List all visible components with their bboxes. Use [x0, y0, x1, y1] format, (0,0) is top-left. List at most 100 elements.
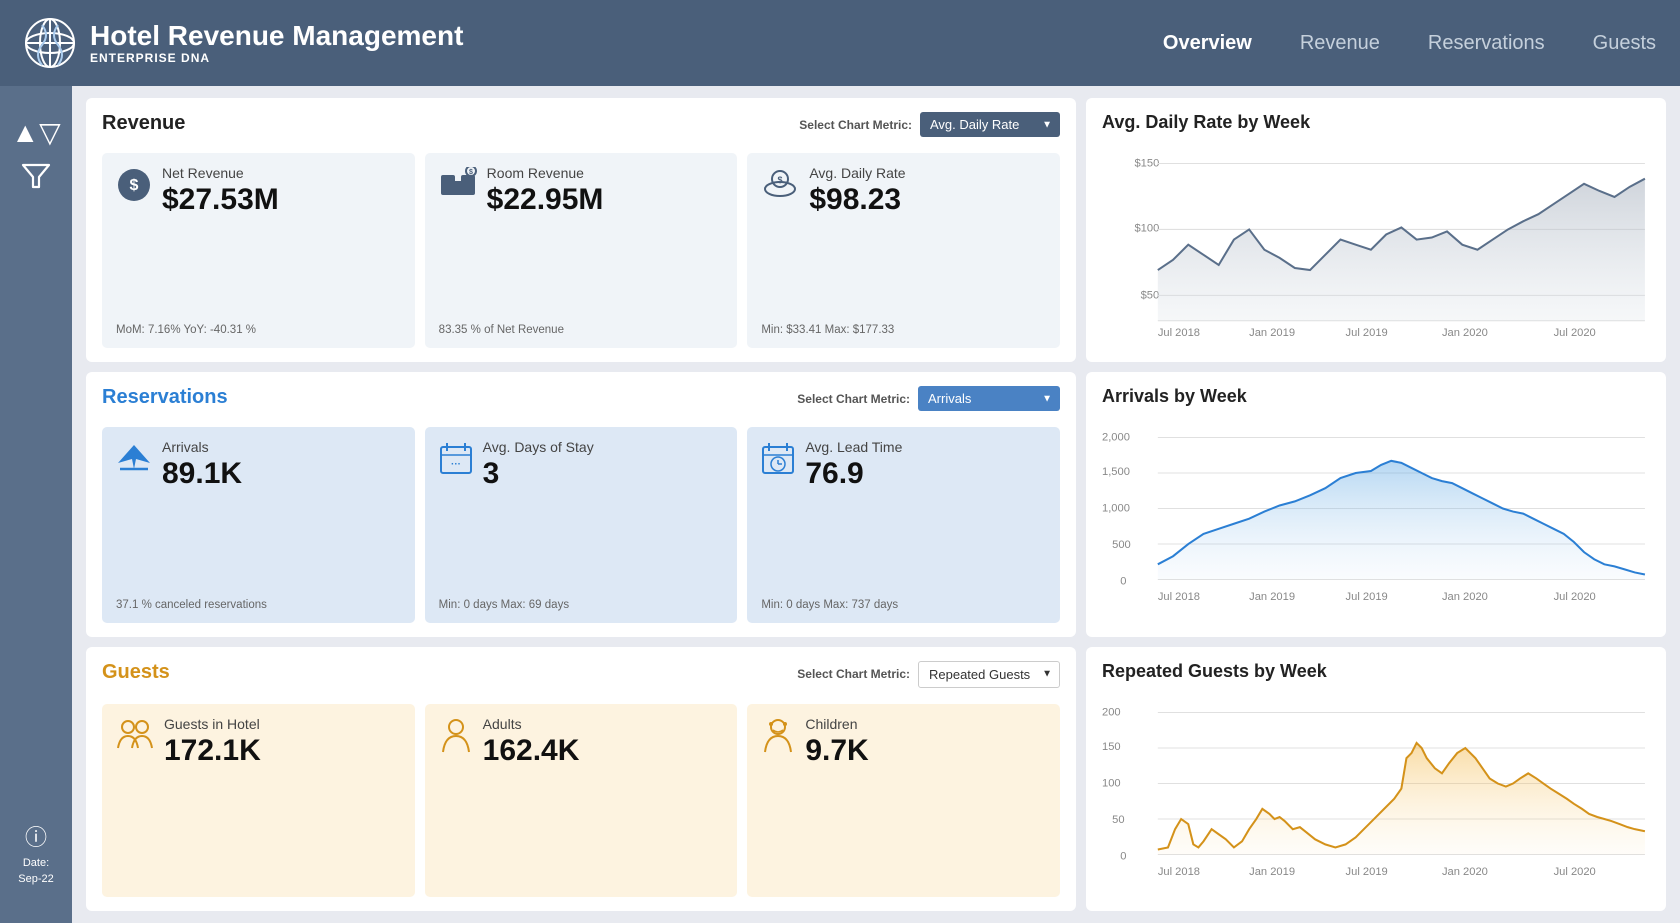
guests-metric-dropdown-wrap[interactable]: Repeated Guests Guests in Hotel Adults C…: [918, 661, 1060, 688]
people-icon: [116, 718, 154, 757]
svg-text:Jul 2018: Jul 2018: [1158, 591, 1200, 603]
svg-text:Jul 2019: Jul 2019: [1346, 866, 1388, 878]
svg-text:$: $: [469, 169, 473, 176]
funnel-icon[interactable]: [19, 159, 53, 193]
reservations-metric-label: Select Chart Metric:: [797, 392, 910, 406]
plane-icon: [116, 441, 152, 480]
room-revenue-card: $ Room Revenue $22.95M 83.35 % of Net Re…: [425, 153, 738, 348]
revenue-metric-dropdown[interactable]: Avg. Daily Rate Net Revenue Room Revenue: [920, 112, 1060, 137]
nav-item-guests[interactable]: Guests: [1593, 28, 1656, 59]
avg-lead-value: 76.9: [805, 457, 902, 490]
sidebar-date: Date: Sep-22: [18, 856, 53, 887]
guests-chart-svg: 200 150 100 50 0 Jul 2018 Jan 2019: [1102, 690, 1650, 897]
child-icon: [761, 718, 795, 761]
svg-text:200: 200: [1102, 706, 1121, 718]
svg-text:Jul 2018: Jul 2018: [1158, 327, 1200, 339]
guests-metric-dropdown[interactable]: Repeated Guests Guests in Hotel Adults C…: [918, 661, 1060, 688]
guests-chart: 200 150 100 50 0 Jul 2018 Jan 2019: [1102, 690, 1650, 897]
guests-hotel-label: Guests in Hotel: [164, 716, 261, 732]
net-revenue-top: $ Net Revenue $27.53M: [116, 165, 401, 216]
svg-text:50: 50: [1112, 814, 1124, 826]
guests-kpi-row: Guests in Hotel 172.1K Adults: [102, 704, 1060, 897]
info-icon[interactable]: ⓘ: [25, 820, 47, 852]
reservations-title: Reservations: [102, 386, 228, 409]
avg-daily-rate-top: $ Avg. Daily Rate $98.23: [761, 165, 1046, 216]
guests-hotel-top: Guests in Hotel 172.1K: [116, 716, 401, 767]
guests-chart-section: Repeated Guests by Week 200 150 100: [1086, 647, 1666, 911]
reservations-metric-dropdown-wrap[interactable]: Arrivals Avg. Days of Stay Avg. Lead Tim…: [918, 386, 1060, 411]
svg-text:$150: $150: [1134, 158, 1159, 170]
svg-text:···: ···: [451, 459, 461, 470]
svg-text:100: 100: [1102, 777, 1121, 789]
svg-text:Jan 2020: Jan 2020: [1442, 591, 1488, 603]
room-revenue-top: $ Room Revenue $22.95M: [439, 165, 724, 216]
svg-text:Jan 2019: Jan 2019: [1249, 327, 1295, 339]
revenue-chart: $150 $100 $50 Jul 2018 Jan 2019 Jul 2019…: [1102, 141, 1650, 348]
dollar-icon: $: [116, 167, 152, 210]
reservations-chart-title: Arrivals by Week: [1102, 386, 1650, 407]
svg-text:1,500: 1,500: [1102, 466, 1130, 478]
revenue-metric-selector: Select Chart Metric: Avg. Daily Rate Net…: [799, 112, 1060, 137]
svg-text:Jul 2019: Jul 2019: [1346, 327, 1388, 339]
nav-item-reservations[interactable]: Reservations: [1428, 28, 1545, 59]
revenue-metric-label: Select Chart Metric:: [799, 118, 912, 132]
revenue-metric-dropdown-wrap[interactable]: Avg. Daily Rate Net Revenue Room Revenue: [920, 112, 1060, 137]
person-icon: [439, 718, 473, 761]
arrivals-card: Arrivals 89.1K 37.1 % canceled reservati…: [102, 427, 415, 622]
calendar-days-icon: ···: [439, 441, 473, 482]
arrivals-label: Arrivals: [162, 439, 242, 455]
reservations-metric-dropdown[interactable]: Arrivals Avg. Days of Stay Avg. Lead Tim…: [918, 386, 1060, 411]
avg-lead-label: Avg. Lead Time: [805, 439, 902, 455]
svg-text:$: $: [130, 177, 139, 194]
arrivals-top: Arrivals 89.1K: [116, 439, 401, 490]
reservations-kpi-row: Arrivals 89.1K 37.1 % canceled reservati…: [102, 427, 1060, 622]
arrivals-sub: 37.1 % canceled reservations: [116, 599, 401, 611]
reservations-section: Reservations Select Chart Metric: Arriva…: [86, 372, 1076, 636]
avg-days-top: ··· Avg. Days of Stay 3: [439, 439, 724, 490]
avg-days-sub: Min: 0 days Max: 69 days: [439, 599, 724, 611]
avg-daily-rate-sub: Min: $33.41 Max: $177.33: [761, 324, 1046, 336]
revenue-row: Revenue Select Chart Metric: Avg. Daily …: [86, 98, 1666, 362]
svg-text:Jan 2020: Jan 2020: [1442, 327, 1488, 339]
adults-value: 162.4K: [483, 734, 580, 767]
main-content: ▲▽ ⓘ Date: Sep-22 Revenue Select Chart M…: [0, 86, 1680, 923]
svg-text:$100: $100: [1134, 222, 1159, 234]
svg-text:Jul 2018: Jul 2018: [1158, 866, 1200, 878]
guests-metric-selector: Select Chart Metric: Repeated Guests Gue…: [797, 661, 1060, 688]
guests-metric-label: Select Chart Metric:: [797, 667, 910, 681]
net-revenue-card: $ Net Revenue $27.53M MoM: 7.16% YoY: -4…: [102, 153, 415, 348]
svg-text:2,000: 2,000: [1102, 432, 1130, 444]
app-title: Hotel Revenue Management ENTERPRISE DNA: [90, 21, 463, 66]
svg-text:Jul 2020: Jul 2020: [1554, 591, 1596, 603]
nav-item-revenue[interactable]: Revenue: [1300, 28, 1380, 59]
svg-text:$: $: [778, 175, 783, 185]
adults-card: Adults 162.4K: [425, 704, 738, 897]
guests-hotel-value: 172.1K: [164, 734, 261, 767]
svg-text:Jul 2020: Jul 2020: [1554, 327, 1596, 339]
revenue-title: Revenue: [102, 112, 185, 135]
avg-lead-sub: Min: 0 days Max: 737 days: [761, 599, 1046, 611]
svg-text:Jan 2020: Jan 2020: [1442, 866, 1488, 878]
adults-top: Adults 162.4K: [439, 716, 724, 767]
nav-item-overview[interactable]: Overview: [1163, 28, 1252, 59]
logo-icon: [24, 17, 76, 69]
avg-lead-card: Avg. Lead Time 76.9 Min: 0 days Max: 737…: [747, 427, 1060, 622]
svg-text:$50: $50: [1141, 289, 1160, 301]
avg-days-card: ··· Avg. Days of Stay 3 Min: 0 days Max:…: [425, 427, 738, 622]
adults-label: Adults: [483, 716, 580, 732]
room-revenue-label: Room Revenue: [487, 165, 604, 181]
children-label: Children: [805, 716, 868, 732]
svg-text:0: 0: [1120, 850, 1126, 862]
net-revenue-label: Net Revenue: [162, 165, 279, 181]
avg-days-value: 3: [483, 457, 594, 490]
calendar-clock-icon: [761, 441, 795, 482]
revenue-chart-section: Avg. Daily Rate by Week $150 $100 $50 Ju…: [1086, 98, 1666, 362]
guests-section: Guests Select Chart Metric: Repeated Gue…: [86, 647, 1076, 911]
filter-icon[interactable]: ▲▽: [11, 116, 60, 149]
svg-text:150: 150: [1102, 741, 1121, 753]
reservations-row: Reservations Select Chart Metric: Arriva…: [86, 372, 1666, 636]
reservations-chart-svg: 2,000 1,500 1,000 500 0 Jul 2018 Jan: [1102, 415, 1650, 622]
guests-chart-title: Repeated Guests by Week: [1102, 661, 1650, 682]
reservations-chart: 2,000 1,500 1,000 500 0 Jul 2018 Jan: [1102, 415, 1650, 622]
children-card: Children 9.7K: [747, 704, 1060, 897]
